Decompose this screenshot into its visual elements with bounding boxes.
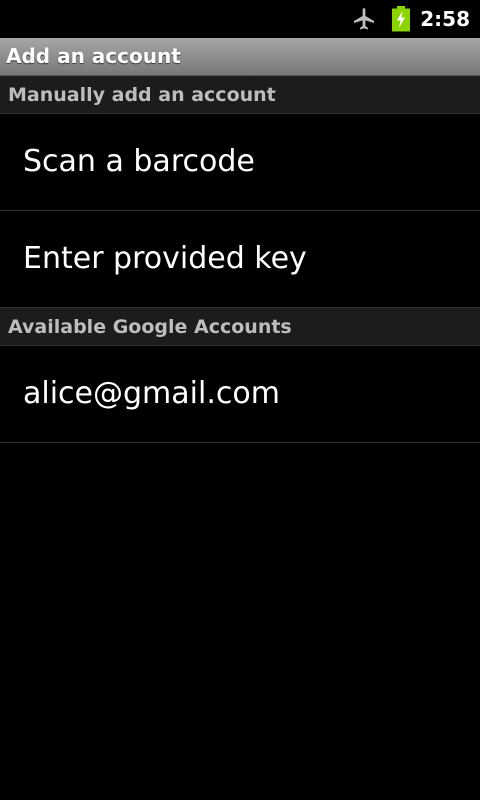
page-title: Add an account: [6, 44, 181, 68]
list-item-label: Enter provided key: [23, 241, 307, 276]
status-bar: 2:58: [0, 0, 480, 38]
section-header-label: Manually add an account: [8, 84, 276, 106]
section-header-manual: Manually add an account: [0, 76, 480, 114]
battery-charging-icon: [392, 6, 410, 32]
status-clock: 2:58: [420, 7, 470, 31]
google-account-item[interactable]: alice@gmail.com: [0, 346, 480, 443]
section-header-google-accounts: Available Google Accounts: [0, 308, 480, 346]
section-header-label: Available Google Accounts: [8, 316, 292, 338]
airplane-mode-icon: [354, 8, 374, 30]
list-item-label: Scan a barcode: [23, 144, 255, 179]
app-title-bar: Add an account: [0, 38, 480, 76]
list-item-label: alice@gmail.com: [23, 376, 280, 411]
scan-barcode-item[interactable]: Scan a barcode: [0, 114, 480, 211]
enter-key-item[interactable]: Enter provided key: [0, 211, 480, 308]
